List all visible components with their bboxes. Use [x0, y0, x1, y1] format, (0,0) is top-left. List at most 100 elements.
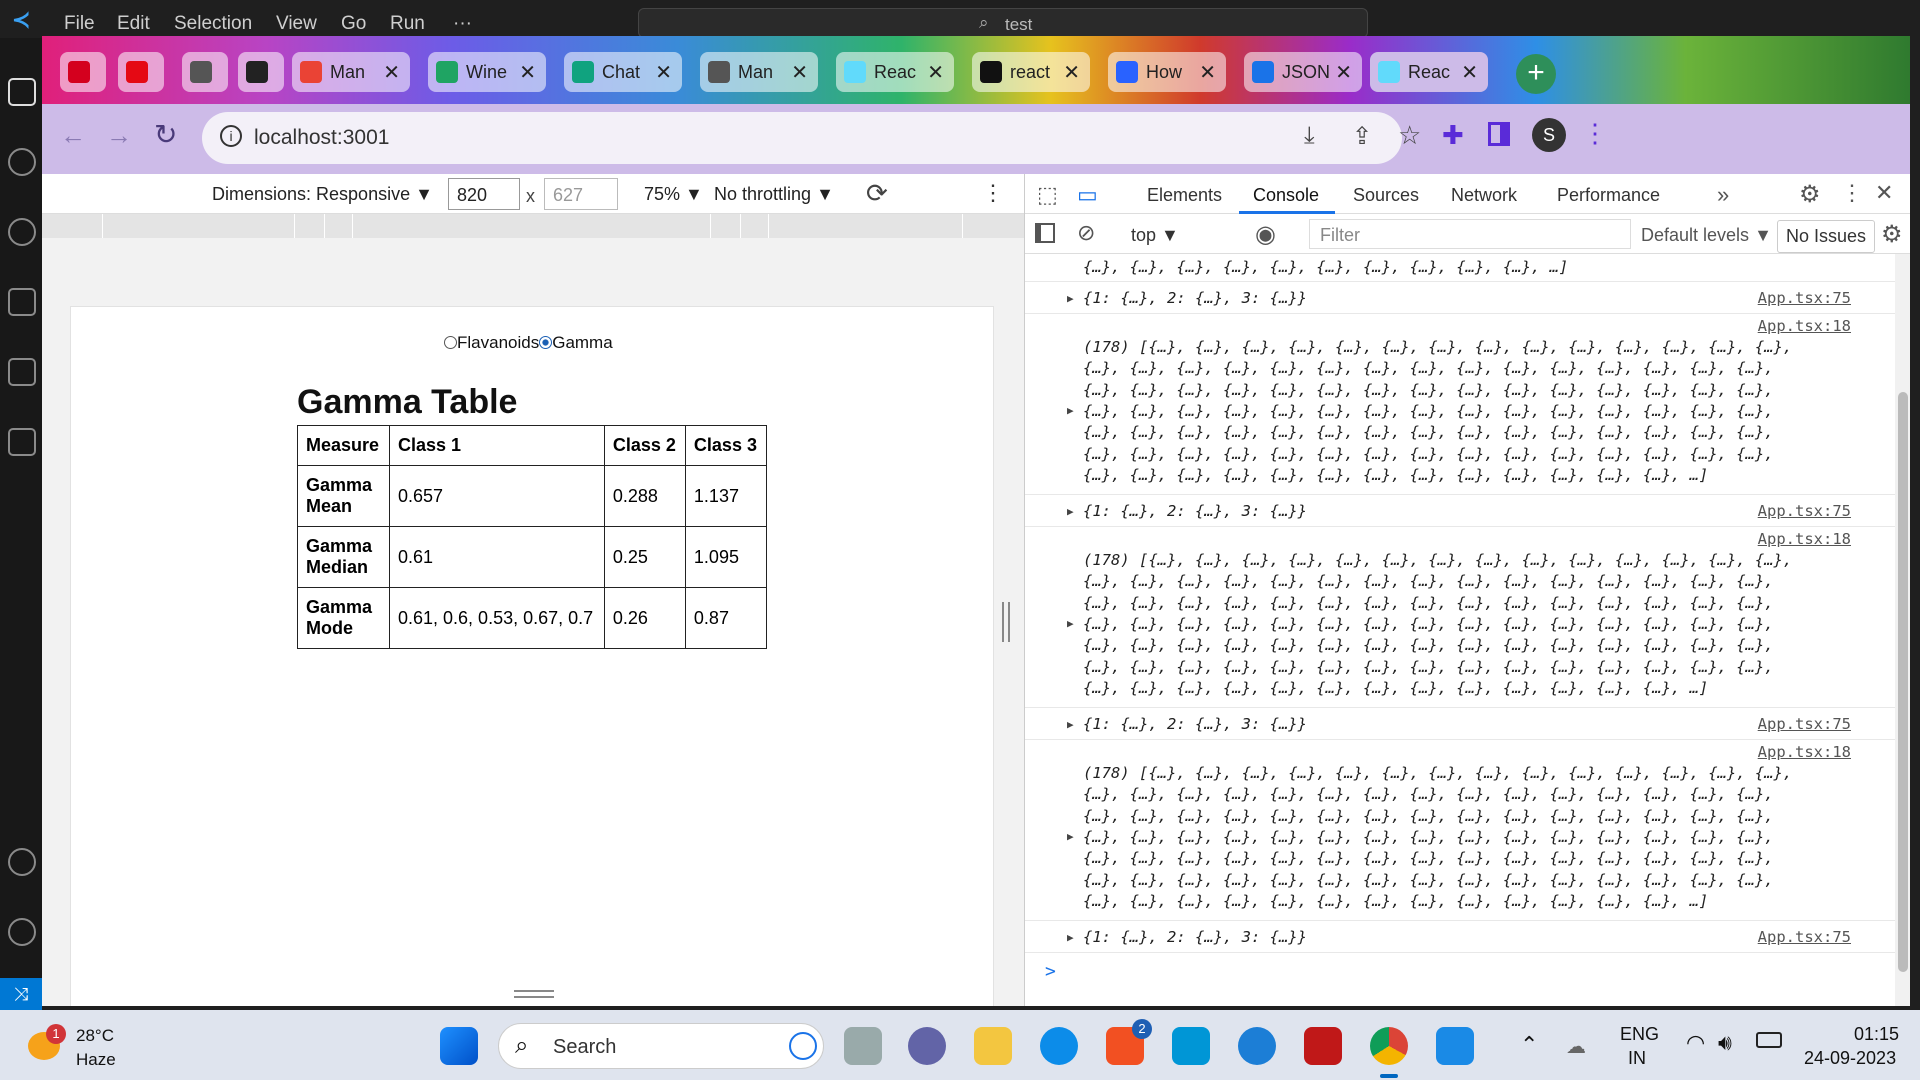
expand-arrow-icon[interactable]: ▶: [1067, 830, 1074, 843]
clear-console-icon[interactable]: ⊘: [1077, 220, 1095, 246]
start-windows-icon[interactable]: [440, 1027, 478, 1065]
console-settings-icon[interactable]: ⚙: [1881, 220, 1903, 249]
zoom-select[interactable]: 75% ▼: [644, 184, 703, 205]
reload-icon[interactable]: ↻: [154, 118, 177, 151]
source-link[interactable]: App.tsx:75: [1758, 502, 1851, 520]
extensions-puzzle-icon[interactable]: ✚: [1442, 120, 1464, 151]
tab-sources[interactable]: Sources: [1353, 185, 1419, 206]
source-link[interactable]: App.tsx:75: [1758, 928, 1851, 946]
source-link[interactable]: App.tsx:75: [1758, 715, 1851, 733]
address-bar[interactable]: i localhost:3001 ⤓ ⇪ ☆: [202, 112, 1421, 164]
resize-handle-bottom[interactable]: [514, 990, 554, 998]
mcafee-icon[interactable]: [1304, 1027, 1342, 1065]
tab-console[interactable]: Console: [1253, 185, 1319, 206]
browser-tab[interactable]: Chat ✕: [564, 52, 682, 92]
live-expression-eye-icon[interactable]: ◉: [1255, 220, 1276, 249]
browser-tab[interactable]: [60, 52, 106, 92]
console-message[interactable]: ▶ {1: {…}, 2: {…}, 3: {…}} App.tsx:75: [1025, 495, 1895, 527]
install-app-icon[interactable]: ⤓: [1304, 122, 1315, 150]
scrollbar-thumb[interactable]: [1898, 392, 1908, 972]
remote-explorer-icon[interactable]: [8, 428, 36, 456]
extensions-icon[interactable]: [8, 358, 36, 386]
bookmark-star-icon[interactable]: ☆: [1398, 120, 1421, 151]
menu-more[interactable]: ···: [453, 13, 472, 35]
avatar[interactable]: S: [1532, 118, 1566, 152]
language-eng[interactable]: ENG: [1620, 1024, 1659, 1045]
source-link[interactable]: App.tsx:18: [1758, 743, 1851, 761]
browser-tab[interactable]: How ✕: [1108, 52, 1226, 92]
menu-go[interactable]: Go: [341, 13, 366, 35]
search-icon[interactable]: [8, 148, 36, 176]
radio-gamma[interactable]: [539, 336, 553, 349]
close-tab-icon[interactable]: ✕: [383, 60, 400, 85]
rotate-icon[interactable]: ⟳: [866, 178, 888, 209]
source-link[interactable]: App.tsx:18: [1758, 317, 1851, 335]
vscode-icon[interactable]: [1436, 1027, 1474, 1065]
more-tabs-icon[interactable]: »: [1717, 182, 1729, 208]
browser-tab[interactable]: Man ✕: [700, 52, 818, 92]
browser-tab[interactable]: JSON ✕: [1244, 52, 1362, 92]
debug-icon[interactable]: [8, 288, 36, 316]
source-link[interactable]: App.tsx:18: [1758, 530, 1851, 548]
expand-arrow-icon[interactable]: ▶: [1067, 931, 1074, 944]
menu-edit[interactable]: Edit: [117, 13, 150, 35]
resize-handle-right[interactable]: [1002, 602, 1010, 642]
onedrive-icon[interactable]: ☁: [1566, 1034, 1586, 1059]
expand-arrow-icon[interactable]: ▶: [1067, 718, 1074, 731]
settings-gear-icon[interactable]: ⚙: [1799, 180, 1821, 209]
share-icon[interactable]: ⇪: [1352, 122, 1372, 151]
browser-tab[interactable]: [238, 52, 284, 92]
close-tab-icon[interactable]: ✕: [927, 60, 944, 85]
console-message[interactable]: ▶ {1: {…}, 2: {…}, 3: {…}} App.tsx:75: [1025, 921, 1895, 953]
tab-elements[interactable]: Elements: [1147, 185, 1222, 206]
console-message[interactable]: App.tsx:18 (178) [{…}, {…}, {…}, {…}, {…}…: [1025, 740, 1895, 921]
volume-icon[interactable]: 🔊︎: [1718, 1030, 1732, 1056]
device-toggle-icon[interactable]: ▭: [1077, 182, 1098, 208]
context-select[interactable]: top ▼: [1131, 225, 1179, 246]
source-link[interactable]: App.tsx:75: [1758, 289, 1851, 307]
close-tab-icon[interactable]: ✕: [791, 60, 808, 85]
close-tab-icon[interactable]: ✕: [1335, 60, 1352, 85]
chrome-icon[interactable]: [1370, 1027, 1408, 1065]
browser-tab[interactable]: Reac ✕: [836, 52, 954, 92]
taskbar-search[interactable]: ⌕ Search: [498, 1023, 824, 1069]
account-icon[interactable]: [8, 848, 36, 876]
close-tab-icon[interactable]: ✕: [1063, 60, 1080, 85]
tab-network[interactable]: Network: [1451, 185, 1517, 206]
teams-chat-icon[interactable]: [908, 1027, 946, 1065]
console-filter-input[interactable]: Filter: [1309, 219, 1631, 249]
expand-arrow-icon[interactable]: ▶: [1067, 292, 1074, 305]
close-devtools-icon[interactable]: ✕: [1875, 180, 1893, 206]
new-tab-button[interactable]: +: [1516, 54, 1556, 94]
dimensions-select[interactable]: Dimensions: Responsive ▼: [212, 184, 433, 205]
console-message[interactable]: ▶ {1: {…}, 2: {…}, 3: {…}} App.tsx:75: [1025, 282, 1895, 314]
height-input[interactable]: 627: [544, 178, 618, 210]
expand-arrow-icon[interactable]: ▶: [1067, 617, 1074, 630]
wifi-icon[interactable]: ◠: [1686, 1030, 1705, 1056]
explorer-icon[interactable]: [8, 78, 36, 106]
throttling-select[interactable]: No throttling ▼: [714, 184, 834, 205]
more-options-icon[interactable]: ⋮: [982, 180, 1004, 206]
myhp-icon[interactable]: [1172, 1027, 1210, 1065]
browser-tab[interactable]: Reac ✕: [1370, 52, 1488, 92]
expand-arrow-icon[interactable]: ▶: [1067, 505, 1074, 518]
back-icon[interactable]: ←: [60, 120, 86, 151]
browser-tab[interactable]: Wine ✕: [428, 52, 546, 92]
task-view-icon[interactable]: [844, 1027, 882, 1065]
file-explorer-icon[interactable]: [974, 1027, 1012, 1065]
chevron-up-icon[interactable]: ⌃: [1520, 1032, 1538, 1058]
log-levels-select[interactable]: Default levels ▼: [1641, 225, 1772, 246]
battery-icon[interactable]: [1756, 1032, 1782, 1048]
close-tab-icon[interactable]: ✕: [1199, 60, 1216, 85]
clock-time[interactable]: 01:15: [1854, 1024, 1899, 1045]
source-control-icon[interactable]: [8, 218, 36, 246]
console-scrollbar[interactable]: [1895, 254, 1910, 1006]
clock-date[interactable]: 24-09-2023: [1804, 1048, 1896, 1069]
menu-run[interactable]: Run: [390, 13, 425, 35]
get-help-icon[interactable]: [1238, 1027, 1276, 1065]
vscode-command-search[interactable]: ⌕ test: [638, 8, 1368, 38]
weather-widget[interactable]: 1 28°C Haze: [24, 1020, 134, 1072]
console-message[interactable]: App.tsx:18 (178) [{…}, {…}, {…}, {…}, {…}…: [1025, 527, 1895, 708]
radio-flavanoids[interactable]: [444, 336, 457, 349]
width-input[interactable]: 820: [448, 178, 520, 210]
